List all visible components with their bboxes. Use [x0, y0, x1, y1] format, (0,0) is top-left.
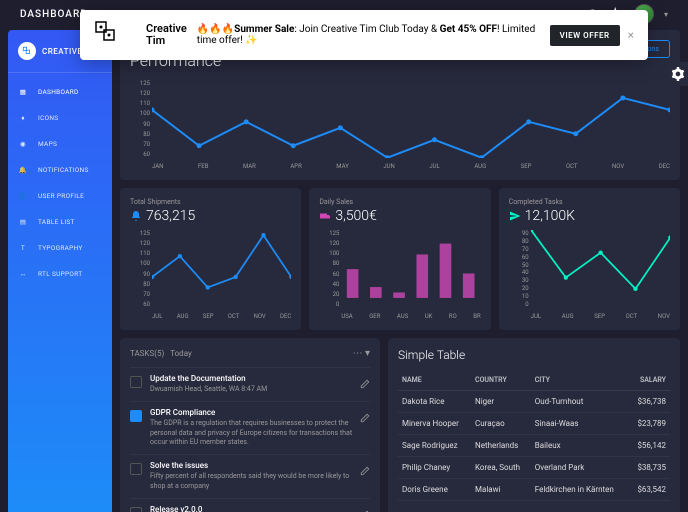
simple-table: NAMECOUNTRYCITYSALARY Dakota RiceNigerOu… [398, 370, 670, 501]
sidebar-logo-icon [18, 42, 36, 60]
nav-icon: T [18, 243, 28, 253]
close-icon[interactable]: × [628, 28, 634, 42]
edit-icon[interactable] [360, 408, 370, 427]
table-title: Simple Table [398, 348, 670, 362]
sidebar-item-icons[interactable]: ♦ICONS [8, 105, 112, 131]
shipments-card: Total Shipments 763,215 1251201101009080… [120, 188, 301, 330]
nav-icon: ◉ [18, 139, 28, 149]
nav-icon: 👤 [18, 191, 28, 201]
page-title: DASHBOARD [20, 9, 88, 20]
task-checkbox[interactable] [130, 463, 142, 475]
nav-icon: ▤ [18, 217, 28, 227]
sidebar: CREATIVE TIM ▦DASHBOARD♦ICONS◉MAPS🔔NOTIF… [8, 30, 112, 512]
simple-table-card: Simple Table NAMECOUNTRYCITYSALARY Dakot… [388, 338, 680, 512]
view-offer-button[interactable]: VIEW OFFER [550, 25, 620, 46]
task-checkbox[interactable] [130, 507, 142, 512]
promo-banner: CreativeTim 🔥🔥🔥Summer Sale: Join Creativ… [80, 10, 648, 60]
tasks-panel: TASKS(5) Today ⋯ ▾ Update the Documentat… [120, 338, 380, 512]
sidebar-item-typography[interactable]: TTYPOGRAPHY [8, 235, 112, 261]
performance-chart: 12512011010090807060 JANFEBMARAPRMAYJUNJ… [130, 80, 670, 170]
chevron-down-icon[interactable]: ▾ [664, 10, 668, 19]
send-icon [509, 210, 521, 222]
sales-card: Daily Sales 3,500€ 125120100806040200USA… [309, 188, 490, 330]
task-row: GDPR ComplianceThe GDPR is a regulation … [130, 401, 370, 454]
nav-icon: ♦ [18, 113, 28, 123]
delivery-icon [319, 210, 331, 222]
task-checkbox[interactable] [130, 376, 142, 388]
promo-brand: CreativeTim [146, 23, 187, 47]
tasks-menu-icon[interactable]: ⋯ ▾ [353, 348, 371, 359]
promo-text: 🔥🔥🔥Summer Sale: Join Creative Tim Club T… [197, 24, 550, 46]
tasks-card-mini: Completed Tasks 12,100K 9080706050403020… [499, 188, 680, 330]
edit-icon[interactable] [360, 505, 370, 512]
main-content: Total Shipments Performance AccountsPurc… [120, 30, 680, 512]
settings-gear-button[interactable] [668, 62, 688, 86]
edit-icon[interactable] [360, 374, 370, 393]
sidebar-item-maps[interactable]: ◉MAPS [8, 131, 112, 157]
tasks-title: TASKS(5) [130, 349, 164, 358]
nav-icon: 🔔 [18, 165, 28, 175]
nav-icon: ▦ [18, 87, 28, 97]
task-checkbox[interactable] [130, 410, 142, 422]
edit-icon[interactable] [360, 461, 370, 480]
table-row: Philip ChaneyKorea, SouthOverland Park$3… [398, 457, 670, 479]
sidebar-item-rtl-support[interactable]: ↔RTL SUPPORT [8, 261, 112, 287]
nav-icon: ↔ [18, 269, 28, 279]
bell-icon [130, 210, 142, 222]
task-row: Solve the issuesFifty percent of all res… [130, 454, 370, 498]
sidebar-item-notifications[interactable]: 🔔NOTIFICATIONS [8, 157, 112, 183]
table-row: Minerva HooperCuraçaoSinaai-Waas$23,789 [398, 413, 670, 435]
table-row: Sage RodriguezNetherlandsBaileux$56,142 [398, 435, 670, 457]
task-row: Release v2.0.0 [130, 498, 370, 512]
sidebar-item-table-list[interactable]: ▤TABLE LIST [8, 209, 112, 235]
table-row: Dakota RiceNigerOud-Turnhout$36,738 [398, 391, 670, 413]
table-row: Doris GreeneMalawiFeldkirchen in Kärnten… [398, 479, 670, 501]
task-row: Update the DocumentationDwuamish Head, S… [130, 367, 370, 401]
sidebar-item-dashboard[interactable]: ▦DASHBOARD [8, 79, 112, 105]
sidebar-item-user-profile[interactable]: 👤USER PROFILE [8, 183, 112, 209]
brand-logo-icon [94, 20, 138, 50]
